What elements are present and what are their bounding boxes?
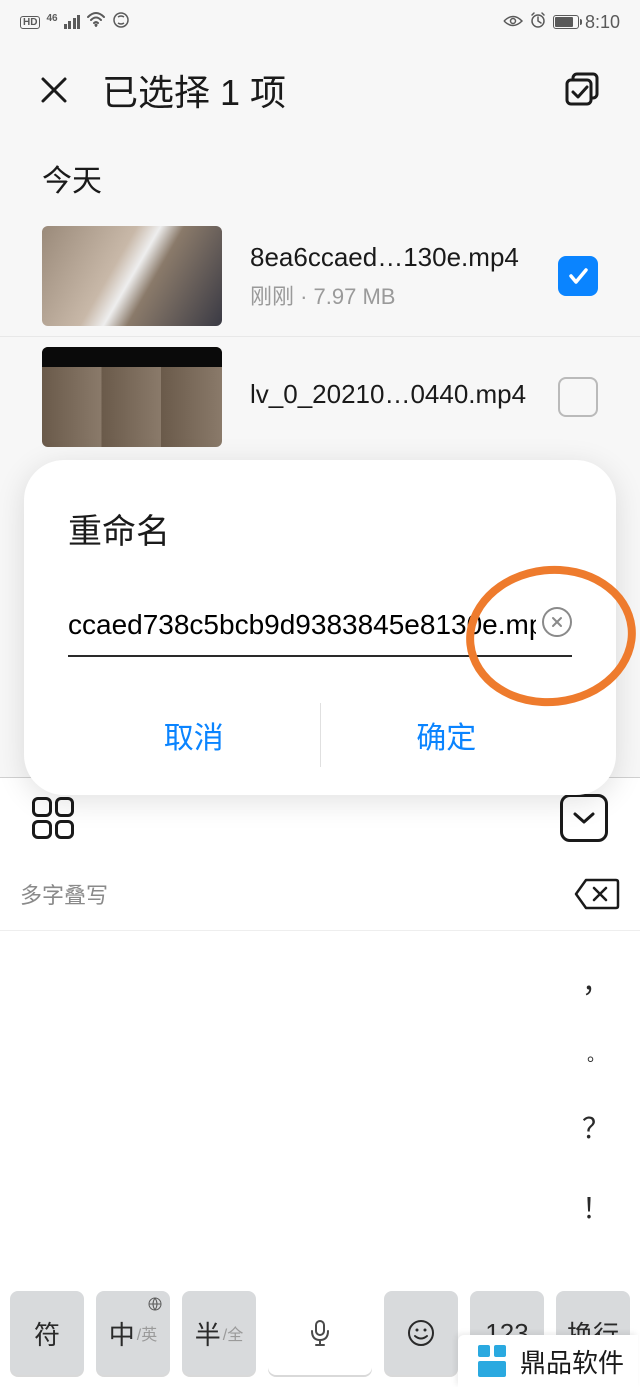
handwriting-area[interactable]: ， 。 ？ ！ [0, 931, 640, 1291]
file-row[interactable]: 8ea6ccaed…130e.mp4 刚刚 · 7.97 MB [0, 216, 640, 337]
cancel-button[interactable]: 取消 [68, 693, 320, 777]
watermark-text: 鼎品软件 [520, 1343, 624, 1380]
symbol-key[interactable]: ！ [582, 1187, 610, 1227]
file-name: lv_0_20210…0440.mp4 [250, 379, 530, 410]
header: 已选择 1 项 [0, 44, 640, 136]
symbol-key[interactable]: ， [582, 961, 610, 1001]
signal-icon [64, 15, 81, 29]
watermark: 鼎品软件 [458, 1335, 638, 1387]
emoji-key[interactable] [384, 1291, 458, 1375]
keyboard: 多字叠写 ， 。 ？ ！ 符 中/英 半/全 123 换行 [0, 777, 640, 1387]
checkbox[interactable] [558, 377, 598, 417]
wifi-icon [86, 12, 106, 33]
eye-icon [503, 12, 523, 33]
page-title: 已选择 1 项 [102, 64, 532, 116]
thumbnail [42, 226, 222, 326]
select-all-button[interactable] [562, 69, 604, 111]
symbol-key[interactable]: 。 [587, 1041, 605, 1067]
candidate-label: 多字叠写 [20, 878, 572, 910]
nfc-icon [112, 11, 130, 34]
file-row[interactable]: lv_0_20210…0440.mp4 [0, 337, 640, 457]
alarm-icon [529, 11, 547, 34]
keyboard-collapse-icon[interactable] [560, 794, 608, 842]
backspace-key[interactable] [572, 874, 620, 914]
section-today: 今天 [0, 136, 640, 216]
thumbnail [42, 347, 222, 447]
space-key[interactable] [268, 1291, 372, 1375]
file-meta: 刚刚 · 7.97 MB [250, 279, 530, 311]
mic-icon [307, 1318, 333, 1348]
keyboard-layout-icon[interactable] [32, 797, 74, 839]
confirm-button[interactable]: 确定 [321, 693, 573, 777]
rename-input[interactable] [68, 603, 572, 657]
file-name: 8ea6ccaed…130e.mp4 [250, 242, 530, 273]
close-button[interactable] [36, 72, 72, 108]
emoji-icon [406, 1318, 436, 1348]
language-key[interactable]: 中/英 [96, 1291, 170, 1375]
symbols-key[interactable]: 符 [10, 1291, 84, 1375]
half-full-key[interactable]: 半/全 [182, 1291, 256, 1375]
dialog-title: 重命名 [68, 504, 572, 553]
rename-dialog: 重命名 取消 确定 [24, 460, 616, 795]
globe-icon [148, 1297, 162, 1314]
clear-input-button[interactable] [542, 607, 572, 637]
checkbox[interactable] [558, 256, 598, 296]
watermark-logo [472, 1341, 512, 1381]
battery-icon [553, 15, 579, 29]
symbol-key[interactable]: ？ [582, 1107, 610, 1147]
status-time: 8:10 [585, 12, 620, 33]
hd-icon: HD [20, 16, 40, 29]
status-bar: HD 46 8:10 [0, 0, 640, 44]
